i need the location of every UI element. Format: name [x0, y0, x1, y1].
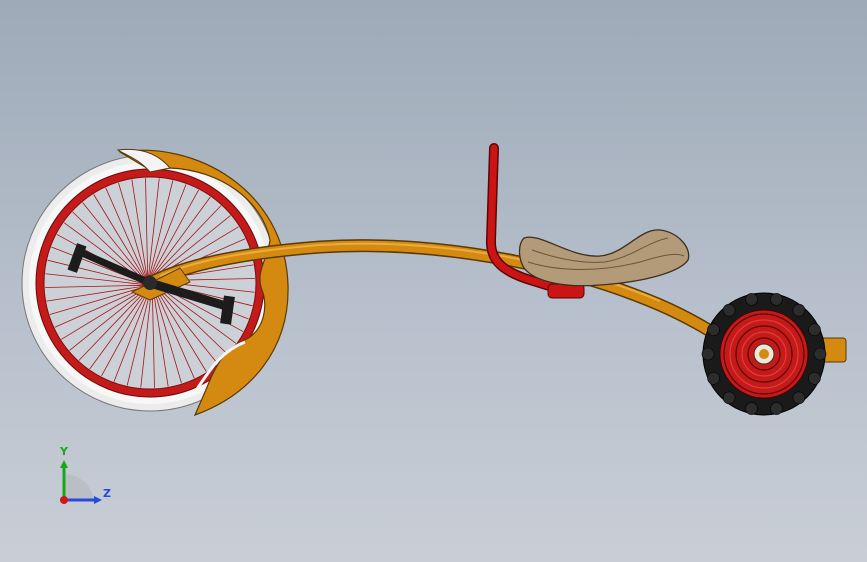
graphics-viewport[interactable]: Y Z	[0, 0, 867, 562]
triad-z-label: Z	[103, 487, 111, 500]
tread-block	[808, 323, 821, 337]
tread-block	[792, 303, 806, 317]
triad-y-label: Y	[59, 445, 69, 458]
tread-block	[792, 391, 806, 405]
crank-spindle	[143, 276, 157, 290]
trike-model[interactable]: Y Z	[0, 0, 867, 562]
tread-block	[722, 391, 736, 405]
tread-block	[813, 347, 827, 361]
seat-cushion	[518, 229, 690, 287]
tread-block	[707, 371, 720, 385]
tread-block	[808, 371, 821, 385]
tread-block	[770, 402, 783, 415]
tread-block	[707, 323, 720, 337]
tread-block	[722, 303, 736, 317]
seat[interactable]	[518, 229, 690, 287]
triad-origin	[60, 496, 68, 504]
rear-wheel[interactable]	[701, 292, 827, 416]
triad-z-arrow	[94, 496, 102, 504]
tread-block	[770, 293, 783, 306]
view-triad: Y Z	[59, 445, 111, 504]
tread-block	[745, 293, 758, 306]
tread-block	[701, 347, 715, 361]
rear-hub-center	[759, 349, 769, 359]
triad-y-arrow	[60, 460, 68, 468]
triad-plane	[64, 473, 94, 500]
tread-block	[745, 402, 758, 415]
